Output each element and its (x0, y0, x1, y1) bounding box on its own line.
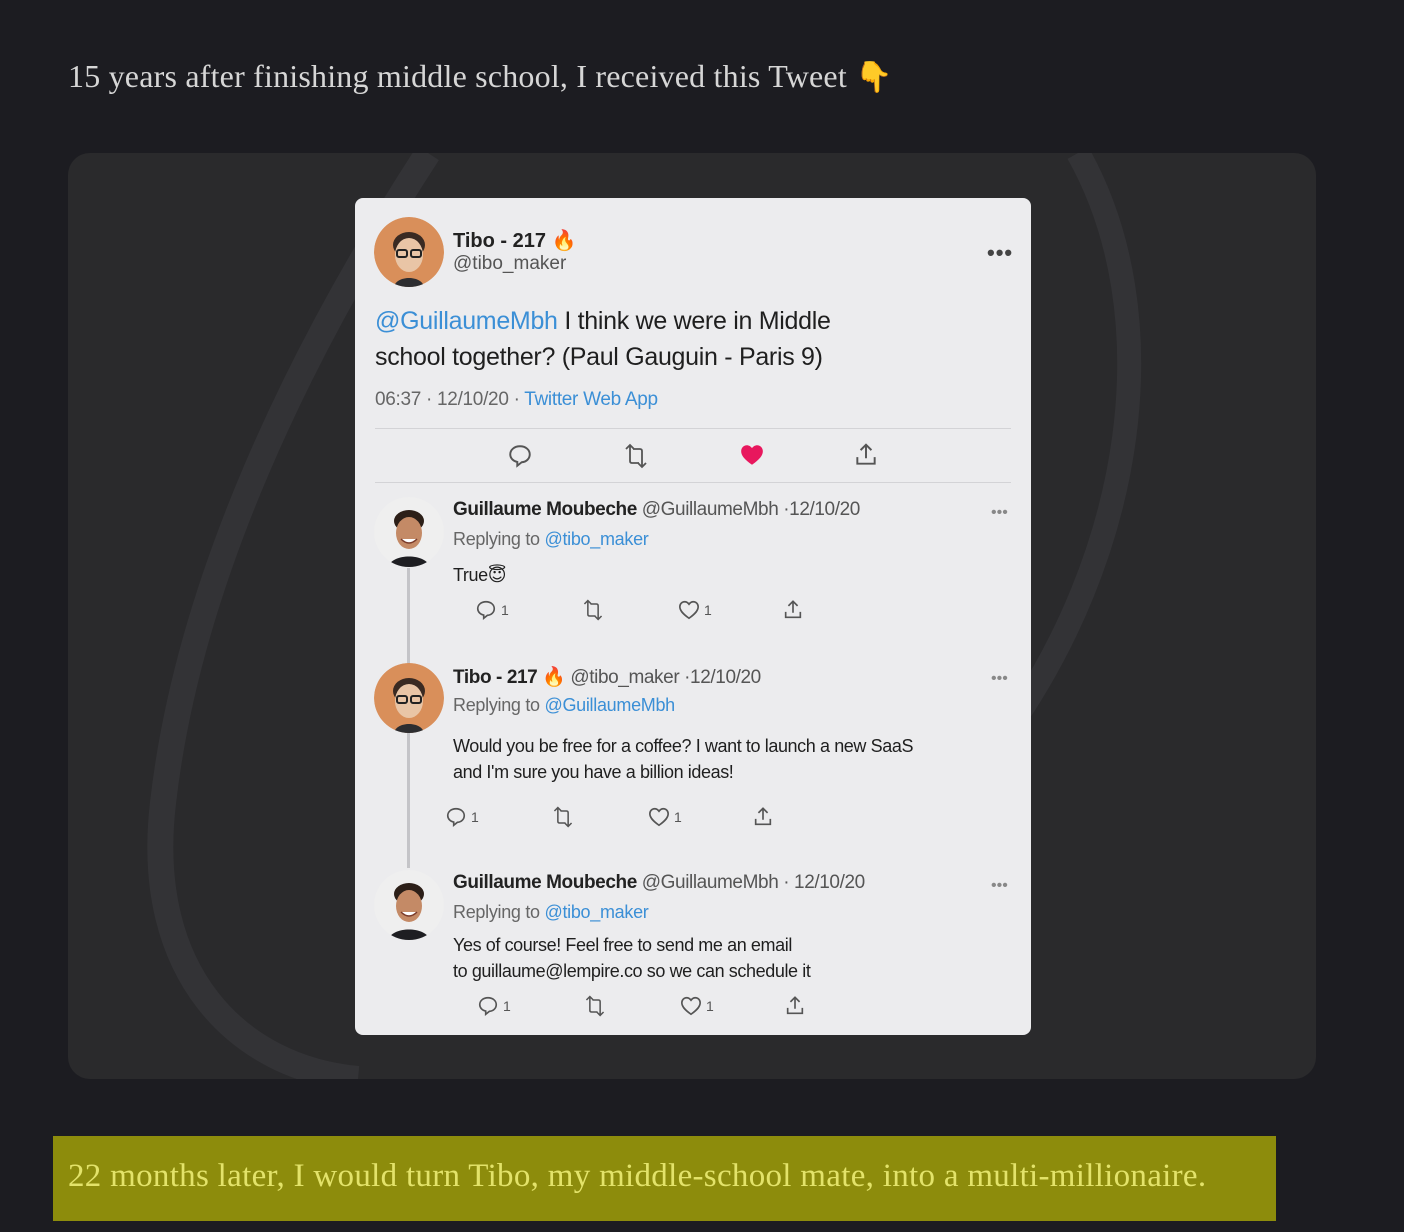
reply-2-author[interactable]: Tibo - 217 (453, 667, 538, 688)
replying-to-label: Replying to (453, 529, 545, 549)
angel-face-icon: 😇 (487, 565, 507, 585)
reply-3-replying-to: Replying to @tibo_maker (453, 902, 649, 923)
reply-3-handle-date: @GuillaumeMbh · 12/10/20 (636, 872, 865, 893)
like-button[interactable]: 1 (648, 806, 682, 828)
reply-count: 1 (503, 998, 511, 1014)
heart-icon (681, 996, 701, 1016)
reply-icon (446, 807, 466, 827)
divider (375, 482, 1011, 483)
share-button[interactable] (782, 599, 804, 621)
banner-text: 22 months later, I would turn Tibo, my m… (68, 1158, 1207, 1194)
mention-link[interactable]: @GuillaumeMbh (375, 307, 558, 335)
tweet-text-line1: I think we were in Middle (557, 307, 831, 335)
reply-2-text-line1: Would you be free for a coffee? I want t… (453, 736, 914, 756)
reply-icon (476, 600, 496, 620)
avatar-guillaume[interactable] (374, 497, 444, 567)
retweet-icon (553, 806, 573, 828)
fire-icon: 🔥 (542, 667, 566, 688)
like-button[interactable]: 1 (680, 995, 714, 1017)
main-tweet-author[interactable]: Tibo - 217 🔥 (453, 228, 576, 253)
avatar-tibo[interactable] (374, 217, 444, 287)
headline-text: 15 years after finishing middle school, … (68, 58, 847, 94)
reply-3-header: Guillaume Moubeche @GuillaumeMbh · 12/10… (453, 872, 865, 894)
share-button[interactable] (752, 806, 774, 828)
replying-to-label: Replying to (453, 695, 545, 715)
heart-filled-icon (741, 445, 763, 465)
more-options-icon[interactable]: ••• (991, 670, 1008, 688)
retweet-icon (585, 995, 605, 1017)
heart-icon (679, 600, 699, 620)
author-name: Tibo - 217 (453, 230, 546, 252)
reply-button[interactable]: 1 (477, 995, 511, 1017)
reply-1-header: Guillaume Moubeche @GuillaumeMbh ·12/10/… (453, 499, 860, 521)
retweet-button[interactable] (581, 599, 605, 621)
reply-button[interactable]: 1 (445, 806, 479, 828)
reply-3-author[interactable]: Guillaume Moubeche (453, 872, 637, 893)
reply-1-text: True😇 (453, 562, 507, 588)
reply-count: 1 (471, 809, 479, 825)
like-count: 1 (706, 998, 714, 1014)
share-icon (754, 807, 772, 826)
more-options-icon[interactable]: ••• (991, 504, 1008, 522)
reply-icon (478, 996, 498, 1016)
share-button[interactable] (784, 995, 806, 1017)
reply-count: 1 (501, 602, 509, 618)
more-options-icon[interactable]: ••• (987, 240, 1013, 266)
like-count: 1 (674, 809, 682, 825)
reply-3-text-line1: Yes of course! Feel free to send me an e… (453, 935, 792, 955)
reply-2-header: Tibo - 217 🔥 @tibo_maker ·12/10/20 (453, 665, 761, 689)
reply-1-text-line1: True (453, 565, 488, 585)
heart-icon (649, 807, 669, 827)
share-icon (786, 996, 804, 1015)
avatar-tibo[interactable] (374, 663, 444, 733)
main-tweet-handle[interactable]: @tibo_maker (453, 253, 566, 275)
reply-1-handle-date: @GuillaumeMbh ·12/10/20 (636, 499, 861, 520)
pointing-down-icon: 👇 (855, 61, 893, 94)
main-tweet-meta: 06:37 · 12/10/20 · Twitter Web App (375, 389, 658, 411)
highlight-banner: 22 months later, I would turn Tibo, my m… (53, 1136, 1276, 1221)
retweet-button[interactable] (622, 443, 650, 469)
tweet-screenshot-card: Tibo - 217 🔥 @tibo_maker ••• @GuillaumeM… (355, 198, 1031, 1035)
mention-link[interactable]: @tibo_maker (544, 529, 648, 549)
reply-2-text: Would you be free for a coffee? I want t… (453, 733, 913, 785)
divider (375, 428, 1011, 429)
mention-link[interactable]: @tibo_maker (544, 902, 648, 922)
reply-2-text-line2: and I'm sure you have a billion ideas! (453, 762, 734, 782)
timestamp: 06:37 · 12/10/20 · (375, 389, 525, 410)
like-button[interactable]: 1 (678, 599, 712, 621)
like-button[interactable] (739, 442, 765, 468)
retweet-button[interactable] (551, 806, 575, 828)
retweet-icon (625, 443, 647, 469)
retweet-button[interactable] (583, 995, 607, 1017)
reply-icon (509, 445, 531, 468)
more-options-icon[interactable]: ••• (991, 877, 1008, 895)
fire-icon: 🔥 (551, 230, 577, 252)
reply-button[interactable]: 1 (475, 599, 509, 621)
share-icon (784, 600, 802, 619)
reply-2-handle-date: @tibo_maker ·12/10/20 (565, 667, 761, 688)
replying-to-label: Replying to (453, 902, 545, 922)
share-icon (856, 443, 876, 465)
reply-2-replying-to: Replying to @GuillaumeMbh (453, 695, 675, 716)
share-button[interactable] (853, 442, 879, 468)
like-count: 1 (704, 602, 712, 618)
tweet-text-line2: school together? (Paul Gauguin - Paris 9… (375, 343, 823, 371)
headline: 15 years after finishing middle school, … (68, 58, 893, 95)
mention-link[interactable]: @GuillaumeMbh (544, 695, 675, 715)
reply-button[interactable] (507, 443, 533, 469)
reply-3-text-line2: to guillaume@lempire.co so we can schedu… (453, 961, 811, 981)
reply-1-author[interactable]: Guillaume Moubeche (453, 499, 637, 520)
retweet-icon (583, 599, 603, 621)
source-link[interactable]: Twitter Web App (524, 389, 658, 410)
reply-3-text: Yes of course! Feel free to send me an e… (453, 932, 811, 984)
heart-shape (741, 445, 763, 465)
avatar-guillaume[interactable] (374, 870, 444, 940)
reply-1-replying-to: Replying to @tibo_maker (453, 529, 649, 550)
main-tweet-text: @GuillaumeMbh I think we were in Middle … (375, 303, 895, 375)
